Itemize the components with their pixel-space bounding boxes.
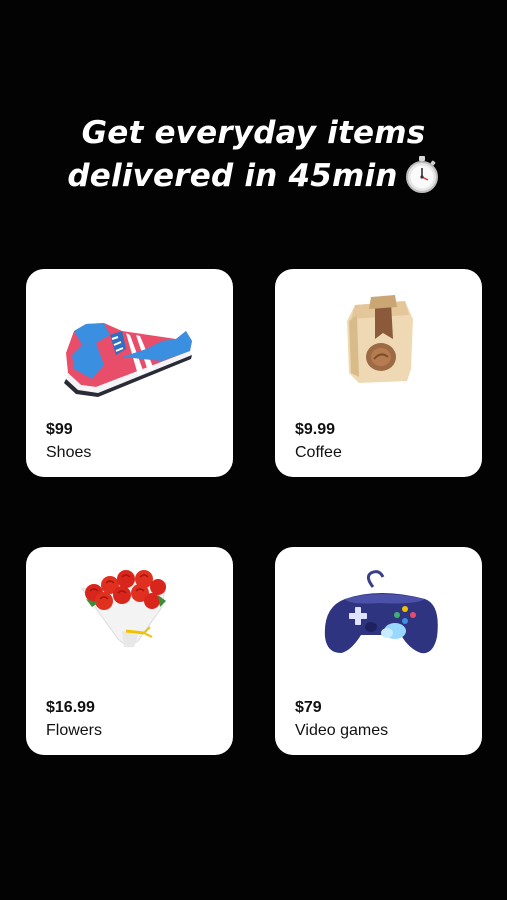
game-controller-icon <box>324 570 438 654</box>
headline-line-2-text: delivered in 45min <box>67 158 398 194</box>
product-price: $9.99 <box>295 421 336 438</box>
product-price: $99 <box>46 421 73 438</box>
product-card-flowers[interactable]: $16.99 Flowers <box>26 547 233 755</box>
promo-screen: Get everyday items delivered in 45min $9… <box>0 0 507 900</box>
headline-line-1: Get everyday items <box>81 115 426 151</box>
product-name: Coffee <box>295 444 342 461</box>
product-card-video-games[interactable]: $79 Video games <box>275 547 482 755</box>
rose-bouquet-icon <box>81 570 167 648</box>
stopwatch-icon <box>405 155 438 193</box>
product-name: Shoes <box>46 444 92 461</box>
product-name: Flowers <box>46 722 103 739</box>
coffee-bag-icon <box>347 295 413 383</box>
sneaker-icon <box>64 323 192 397</box>
product-price: $16.99 <box>46 699 95 716</box>
headline: Get everyday items delivered in 45min <box>0 112 507 198</box>
product-price: $79 <box>295 699 322 716</box>
product-name: Video games <box>295 722 389 739</box>
product-card-coffee[interactable]: $9.99 Coffee <box>275 269 482 477</box>
product-card-shoes[interactable]: $99 Shoes <box>26 269 233 477</box>
headline-line-2: delivered in 45min <box>0 155 507 198</box>
